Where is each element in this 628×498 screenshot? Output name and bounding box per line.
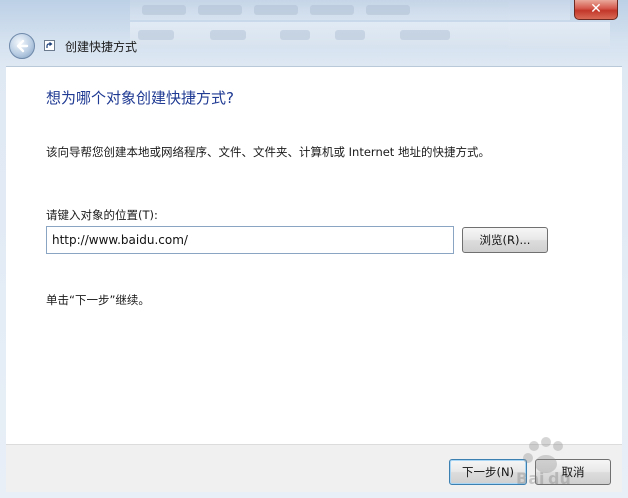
wizard-description: 该向导帮您创建本地或网络程序、文件、文件夹、计算机或 Internet 地址的快… (46, 145, 490, 159)
wizard-content: 想为哪个对象创建快捷方式? 该向导帮您创建本地或网络程序、文件、文件夹、计算机或… (6, 66, 622, 444)
create-shortcut-window: ✕ 创建快捷方式 想为哪个对象创建快捷方式? 该向导帮您创建本地或网络程序、文件… (0, 0, 628, 498)
cancel-button[interactable]: 取消 (535, 459, 611, 485)
shortcut-icon (44, 40, 55, 51)
location-input[interactable] (46, 226, 454, 254)
window-title: 创建快捷方式 (65, 40, 138, 54)
page-title: 想为哪个对象创建快捷方式? (46, 89, 234, 107)
close-button[interactable]: ✕ (574, 0, 618, 20)
location-label: 请键入对象的位置(T): (46, 208, 158, 222)
background-menu-strip (130, 0, 570, 20)
next-button[interactable]: 下一步(N) (449, 459, 527, 485)
close-icon: ✕ (590, 1, 602, 17)
background-toolbar-strip (130, 22, 610, 48)
back-button[interactable] (9, 33, 35, 59)
wizard-footer: 下一步(N) 取消 (6, 444, 622, 492)
back-arrow-icon (16, 39, 29, 53)
continue-hint: 单击“下一步”继续。 (46, 293, 150, 307)
browse-button[interactable]: 浏览(R)... (462, 227, 548, 253)
